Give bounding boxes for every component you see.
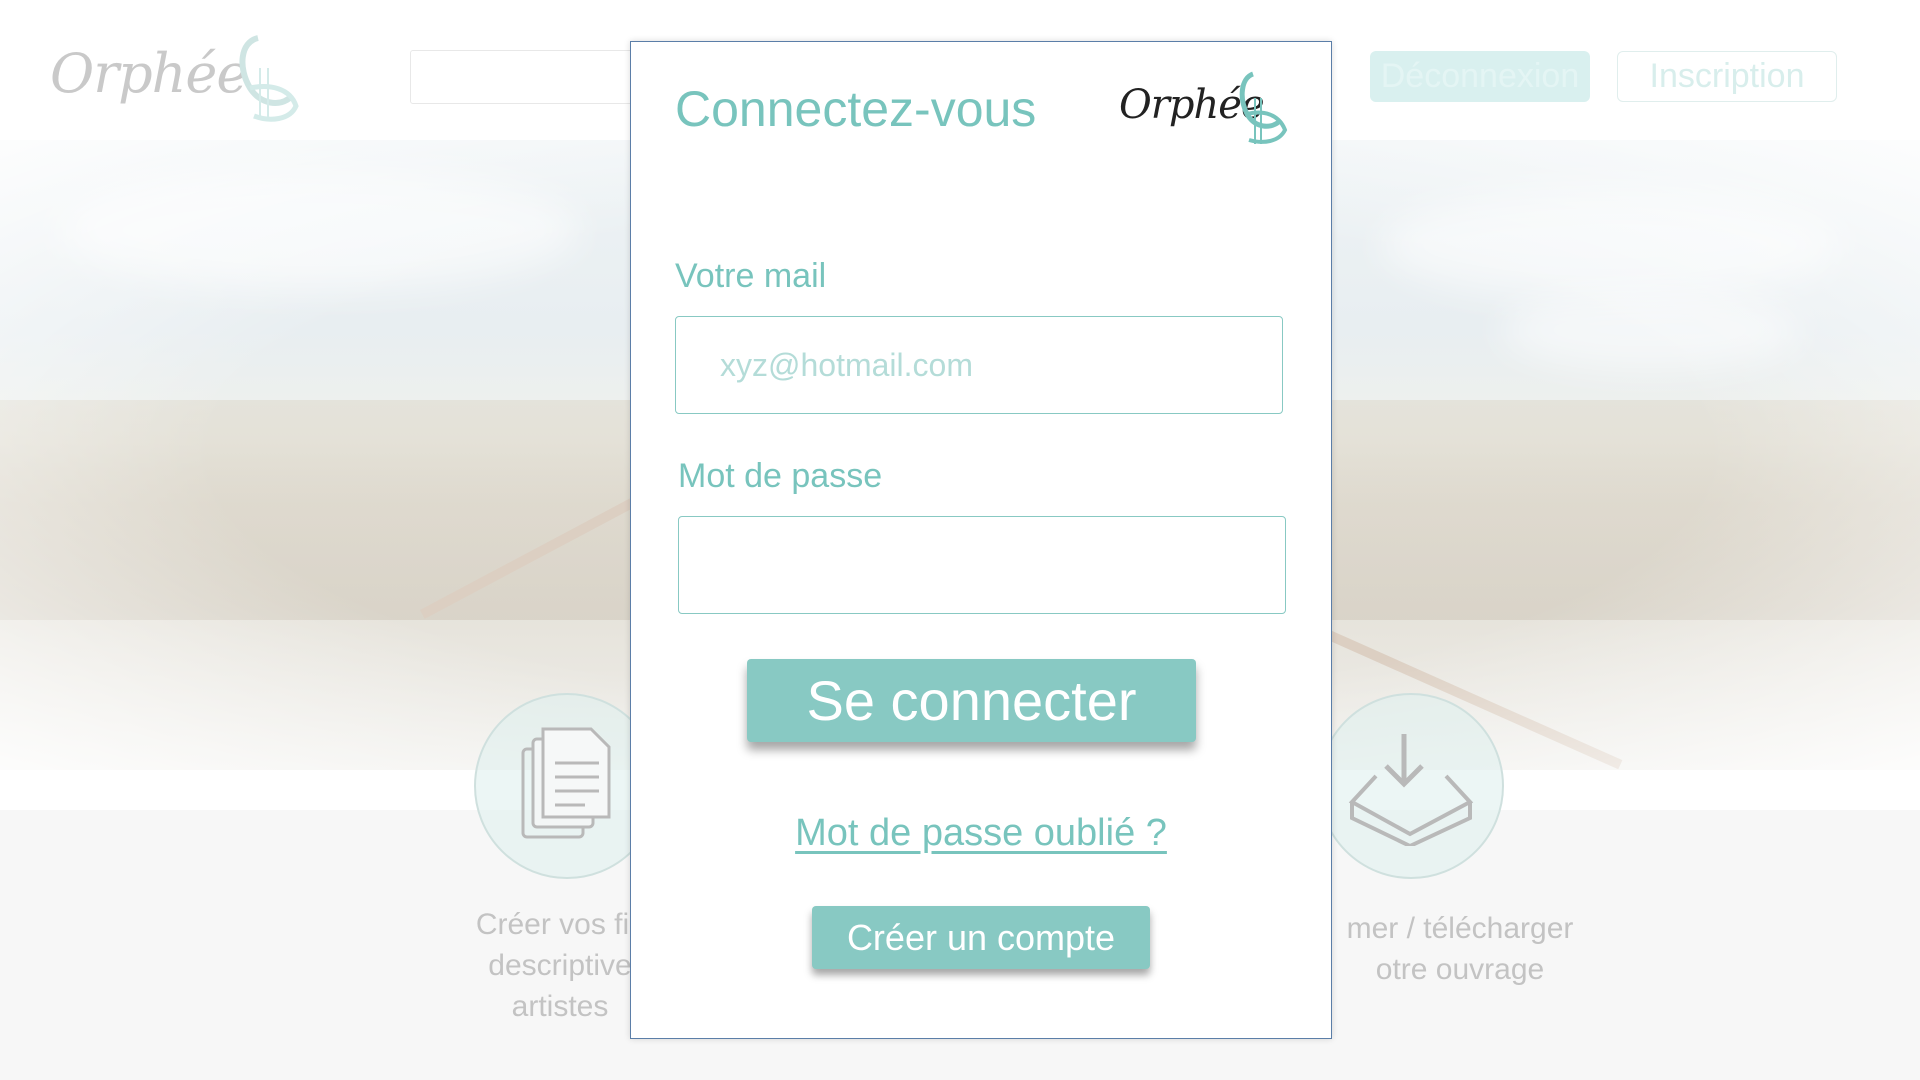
feature-documents-line3: artistes [511,990,609,1023]
documents-icon [521,727,611,839]
lyre-icon [1239,71,1288,144]
password-field[interactable] [678,516,1286,614]
email-field[interactable] [675,316,1283,414]
forgot-password-link[interactable]: Mot de passe oublié ? [631,812,1331,855]
feature-download-text: mer / télécharger otre ouvrage [1300,908,1620,990]
feature-download[interactable] [1318,693,1504,879]
connect-button[interactable]: Se connecter [747,659,1196,742]
modal-logo: Orphée [1119,68,1291,148]
feature-download-line1: mer / télécharger [1346,912,1574,945]
feature-documents-line1: Créer vos fic [475,908,645,941]
deconnexion-button[interactable]: Déconnexion [1370,51,1590,102]
feature-documents-line2: descriptive [488,949,632,982]
inscription-button[interactable]: Inscription [1617,51,1837,102]
password-label: Mot de passe [678,457,883,495]
login-modal: Connectez-vous Orphée Votre mail Mot de … [630,41,1332,1039]
feature-download-line2: otre ouvrage [1375,953,1545,986]
email-label: Votre mail [675,257,827,295]
modal-title: Connectez-vous [675,81,1037,137]
create-account-button[interactable]: Créer un compte [812,906,1150,969]
site-logo[interactable]: Orphée [50,28,310,128]
download-tray-icon [1348,734,1474,846]
lyre-icon [239,35,299,122]
